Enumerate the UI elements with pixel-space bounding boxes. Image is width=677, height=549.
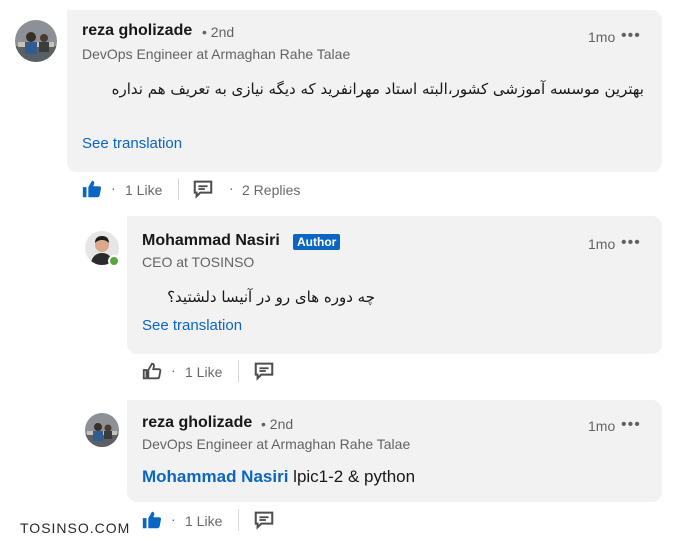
- replies-count[interactable]: 2 Replies: [242, 182, 300, 198]
- reply-icon[interactable]: [253, 509, 275, 531]
- like-icon[interactable]: [141, 360, 163, 382]
- connection-degree: • 2nd: [202, 24, 235, 40]
- online-status-indicator: [108, 255, 120, 267]
- like-icon[interactable]: [81, 178, 103, 200]
- like-count[interactable]: 1 Like: [185, 513, 222, 529]
- comment-text: بهترین موسسه آموزشی کشور،البته استاد مهر…: [111, 80, 644, 98]
- reply-text: چه دوره های رو در آنیسا دلشتید؟: [167, 288, 375, 306]
- author-headline: CEO at TOSINSO: [142, 254, 255, 270]
- author-badge: Author: [293, 234, 341, 250]
- author-headline: DevOps Engineer at Armaghan Rahe Talae: [142, 436, 411, 452]
- more-options-icon[interactable]: •••: [621, 27, 641, 45]
- reply-icon[interactable]: [253, 360, 275, 382]
- see-translation-link[interactable]: See translation: [82, 135, 182, 152]
- timestamp: 1mo: [588, 418, 616, 434]
- timestamp: 1mo: [588, 29, 616, 45]
- see-translation-link[interactable]: See translation: [142, 317, 242, 334]
- reply-text-line: Mohammad Nasiri lpic1-2 & python: [142, 467, 415, 487]
- like-icon[interactable]: [141, 509, 163, 531]
- avatar[interactable]: [85, 413, 119, 447]
- author-headline: DevOps Engineer at Armaghan Rahe Talae: [82, 46, 351, 62]
- connection-degree: • 2nd: [261, 416, 294, 432]
- author-name[interactable]: reza gholizade: [142, 414, 252, 432]
- like-count[interactable]: 1 Like: [185, 364, 222, 380]
- author-name[interactable]: Mohammad Nasiri: [142, 232, 280, 250]
- reply-icon[interactable]: [192, 178, 214, 200]
- like-count[interactable]: 1 Like: [125, 182, 162, 198]
- reply-text: lpic1-2 & python: [293, 467, 416, 486]
- timestamp: 1mo: [588, 236, 616, 252]
- watermark: TOSINSO.COM: [20, 520, 131, 536]
- mention-link[interactable]: Mohammad Nasiri: [142, 467, 288, 486]
- more-options-icon[interactable]: •••: [621, 234, 641, 252]
- avatar[interactable]: [15, 20, 57, 62]
- more-options-icon[interactable]: •••: [621, 416, 641, 434]
- author-name[interactable]: reza gholizade: [82, 22, 192, 40]
